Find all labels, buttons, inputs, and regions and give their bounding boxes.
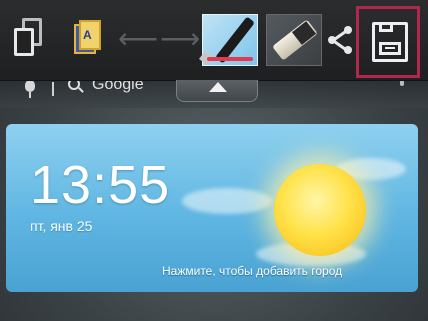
- cloud-decoration: [182, 188, 272, 214]
- chevron-up-icon: [209, 82, 227, 92]
- paper-type-label: A: [83, 28, 92, 42]
- redo-icon[interactable]: ⟶: [160, 25, 200, 53]
- undo-icon[interactable]: ⟵: [118, 25, 158, 53]
- clock-time[interactable]: 13:55: [30, 158, 170, 212]
- pen-color-indicator: [207, 57, 253, 61]
- sun-weather-icon: [274, 164, 366, 256]
- save-button[interactable]: [356, 6, 420, 78]
- microphone-icon[interactable]: [24, 80, 36, 98]
- share-icon[interactable]: [328, 26, 352, 54]
- copy-layers-icon[interactable]: [14, 18, 48, 58]
- quickmemo-toolbar: A ⟵ ⟶: [0, 0, 428, 81]
- expand-toolbar-tab[interactable]: [176, 80, 258, 102]
- add-city-prompt[interactable]: Нажмите, чтобы добавить город: [162, 264, 342, 278]
- eraser-icon: [272, 19, 318, 61]
- eraser-tool-button[interactable]: [266, 14, 322, 66]
- weather-clock-widget[interactable]: 13:55 пт, янв 25 Нажмите, чтобы добавить…: [6, 124, 418, 292]
- paper-type-icon[interactable]: A: [74, 20, 102, 56]
- clock-date: пт, янв 25: [30, 218, 93, 234]
- pen-tool-button[interactable]: [198, 14, 258, 66]
- search-divider: [52, 82, 54, 96]
- floppy-disk-icon: [372, 22, 408, 62]
